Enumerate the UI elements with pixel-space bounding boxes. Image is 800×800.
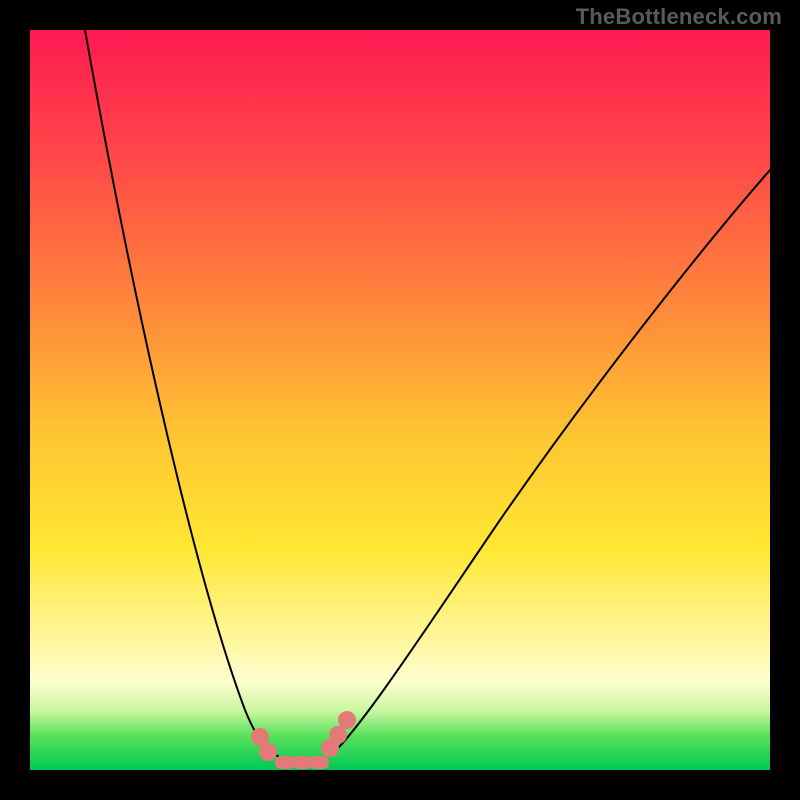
curve-right-limb [330, 170, 770, 756]
marker-bar [309, 756, 329, 769]
marker-dot [338, 711, 356, 729]
outer-frame: TheBottleneck.com [0, 0, 800, 800]
watermark-text: TheBottleneck.com [576, 4, 782, 30]
curve-left-limb [85, 30, 278, 756]
marker-dot [329, 726, 347, 744]
marker-dot [259, 743, 277, 761]
curve-svg [30, 30, 770, 770]
plot-area [30, 30, 770, 770]
